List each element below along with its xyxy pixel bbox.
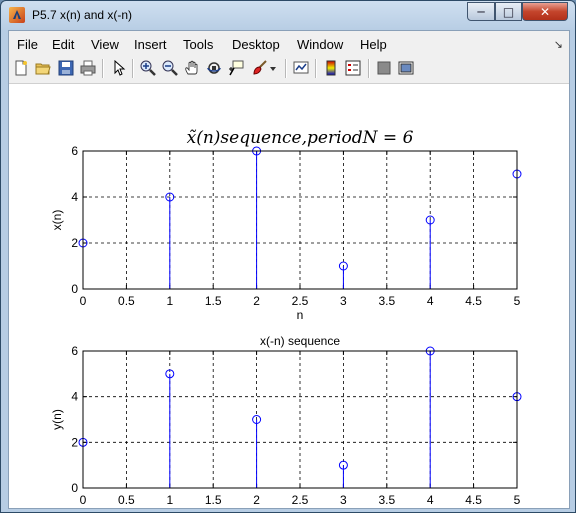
plot2-xlabel: n — [297, 507, 304, 508]
menu-bar: File Edit View Insert Tools Desktop Wind… — [9, 31, 569, 55]
toolbar-separator — [315, 59, 317, 78]
minimize-button[interactable]: ─ — [467, 2, 495, 21]
plot1-xtick-label: 1 — [166, 294, 173, 308]
plot2-xtick-label: 2.5 — [292, 493, 309, 507]
brush-dropdown-icon[interactable] — [268, 60, 278, 76]
plot2-xtick-label: 1.5 — [205, 493, 222, 507]
window-title: P5.7 x(n) and x(-n) — [32, 8, 133, 22]
figure-window: P5.7 x(n) and x(-n) ─ □ ✕ File Edit View… — [0, 0, 576, 513]
legend-icon[interactable] — [345, 60, 361, 76]
plots-svg: 0 0.5 1 1.5 2 2.5 3 3.5 4 4.5 5 0 2 4 6 x̃(n)sequence,p… — [50, 128, 522, 508]
plot2-xtick-label: 1 — [166, 493, 173, 507]
brush-icon[interactable] — [251, 60, 267, 76]
plot1-xtick-label: 0 — [80, 294, 87, 308]
plot1-xtick-label: 0.5 — [118, 294, 135, 308]
plot1-xtick-label: 3.5 — [378, 294, 395, 308]
plot2-xtick-label: 3 — [340, 493, 347, 507]
plot2-xtick-label: 0.5 — [118, 493, 135, 507]
plot1-ytick-label: 6 — [71, 144, 78, 158]
show-plot-tools-icon[interactable] — [398, 60, 414, 76]
menu-tools[interactable]: Tools — [183, 37, 213, 52]
open-file-icon[interactable] — [35, 60, 51, 76]
title-bar[interactable]: P5.7 x(n) and x(-n) ─ □ ✕ — [1, 1, 575, 29]
figure-client-area: File Edit View Insert Tools Desktop Wind… — [8, 30, 570, 509]
plot1-ytick-label: 2 — [71, 236, 78, 250]
plot1-ytick-label: 4 — [71, 190, 78, 204]
plot1-title: x̃(n)sequence,periodN = 6 — [187, 128, 414, 148]
plot2-xtick-label: 2 — [253, 493, 260, 507]
menu-insert[interactable]: Insert — [134, 37, 167, 52]
plot2-xtick-label: 4.5 — [465, 493, 482, 507]
plot1-ytick-label: 0 — [71, 282, 78, 296]
menu-edit[interactable]: Edit — [52, 37, 74, 52]
zoom-in-icon[interactable] — [140, 60, 156, 76]
plot2-ytick-label: 6 — [71, 344, 78, 358]
colorbar-icon[interactable] — [323, 60, 339, 76]
dock-figure-icon[interactable]: ↘ — [554, 38, 563, 51]
menu-window[interactable]: Window — [297, 37, 343, 52]
zoom-out-icon[interactable] — [162, 60, 178, 76]
plot1-ylabel: x(n) — [50, 210, 64, 231]
plot2-title: x(-n) sequence — [260, 334, 340, 348]
save-icon[interactable] — [58, 60, 74, 76]
plot1-xtick-label: 4 — [427, 294, 434, 308]
toolbar-separator — [102, 59, 104, 78]
data-cursor-icon[interactable] — [228, 60, 244, 76]
plot1-xtick-label: 5 — [514, 294, 521, 308]
maximize-button[interactable]: □ — [495, 2, 522, 21]
plot2-xtick-label: 3.5 — [378, 493, 395, 507]
print-icon[interactable] — [80, 60, 96, 76]
plot1-xlabel: n — [297, 308, 304, 322]
plot2-xtick-label: 5 — [514, 493, 521, 507]
rotate-3d-icon[interactable] — [206, 60, 222, 76]
plot1-xtick-label: 4.5 — [465, 294, 482, 308]
plot1-xtick-label: 2 — [253, 294, 260, 308]
matlab-icon — [9, 7, 25, 23]
plot2-xtick-label: 4 — [427, 493, 434, 507]
plot2-xtick-label: 0 — [80, 493, 87, 507]
plot1-xtick-label: 1.5 — [205, 294, 222, 308]
toolbar-separator — [132, 59, 134, 78]
new-figure-icon[interactable] — [13, 60, 29, 76]
menu-desktop[interactable]: Desktop — [232, 37, 280, 52]
toolbar-separator — [285, 59, 287, 78]
menu-file[interactable]: File — [17, 37, 38, 52]
toolbar-separator — [368, 59, 370, 78]
hide-plot-tools-icon[interactable] — [376, 60, 392, 76]
figure-toolbar — [9, 55, 569, 84]
plot2-ytick-label: 4 — [71, 390, 78, 404]
link-plot-icon[interactable] — [293, 60, 309, 76]
pan-hand-icon[interactable] — [184, 60, 200, 76]
close-button[interactable]: ✕ — [522, 2, 568, 21]
menu-help[interactable]: Help — [360, 37, 387, 52]
plot1-xtick-label: 3 — [340, 294, 347, 308]
plot2-ytick-label: 2 — [71, 435, 78, 449]
figure-canvas: 0 0.5 1 1.5 2 2.5 3 3.5 4 4.5 5 0 2 4 6 x̃(n)sequence,p… — [9, 84, 569, 508]
plot2-ytick-label: 0 — [71, 481, 78, 495]
menu-view[interactable]: View — [91, 37, 119, 52]
plot2-ylabel: y(n) — [50, 409, 64, 430]
edit-plot-arrow-icon[interactable] — [111, 60, 127, 76]
plot1-xtick-label: 2.5 — [292, 294, 309, 308]
